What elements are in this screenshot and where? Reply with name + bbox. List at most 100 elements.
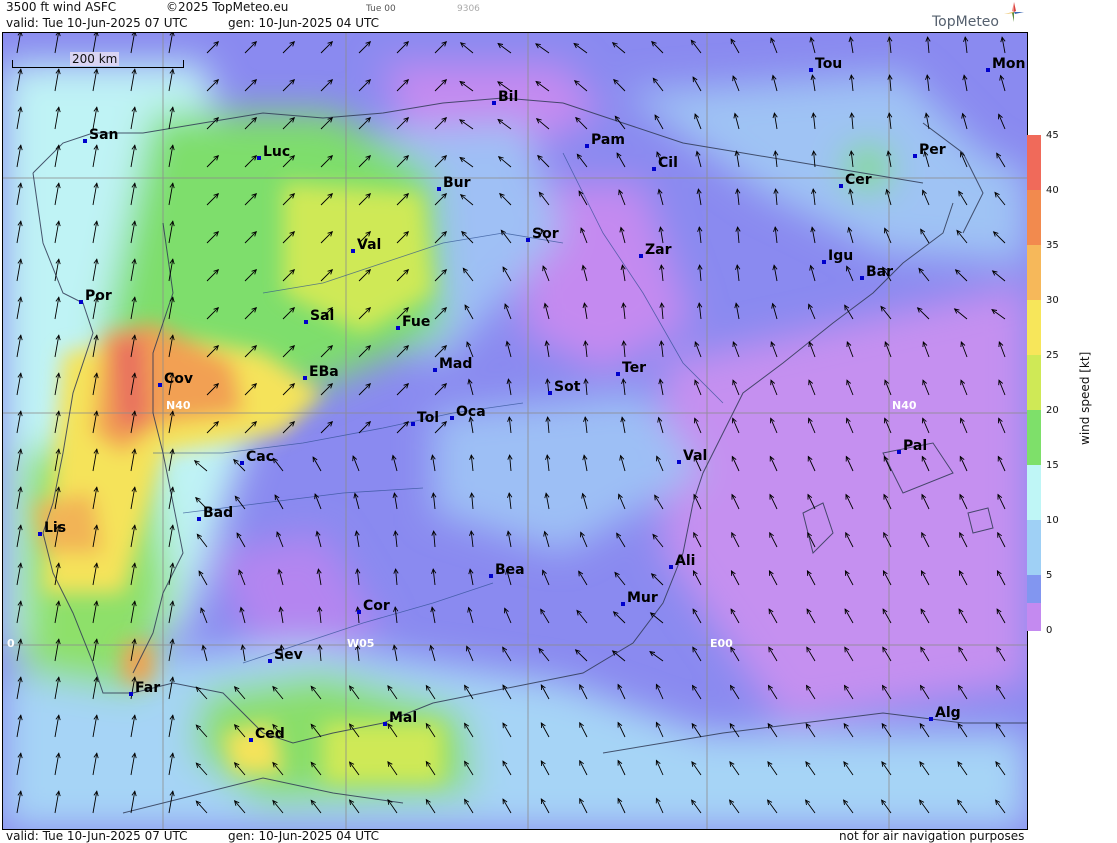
city-label[interactable]: Bea (489, 562, 525, 578)
city-label[interactable]: Tol (411, 410, 440, 426)
scale-label: 200 km (70, 52, 120, 66)
city-name: Mon (992, 56, 1026, 72)
valid-time: valid: Tue 10-Jun-2025 07 UTC (6, 16, 188, 30)
city-marker (652, 167, 656, 171)
city-marker (548, 391, 552, 395)
city-label[interactable]: Zar (639, 242, 672, 258)
city-label[interactable]: Mur (621, 590, 658, 606)
city-marker (809, 68, 813, 72)
city-label[interactable]: Lis (38, 520, 66, 536)
city-label[interactable]: Sal (304, 308, 334, 324)
city-label[interactable]: Ced (249, 726, 285, 742)
city-name: Bil (498, 89, 519, 105)
city-label[interactable]: Pal (897, 438, 927, 454)
legend-band (1027, 190, 1041, 245)
city-marker (489, 574, 493, 578)
city-name: Mal (389, 710, 418, 726)
city-marker (929, 717, 933, 721)
legend-tick: 20 (1046, 405, 1059, 416)
grid-label-w05: W05 (347, 637, 375, 650)
city-label[interactable]: Sot (548, 379, 580, 395)
city-label[interactable]: Mad (433, 356, 472, 372)
city-label[interactable]: Bad (197, 505, 233, 521)
legend-tick: 25 (1046, 350, 1059, 361)
city-label[interactable]: Ter (616, 360, 647, 376)
city-label[interactable]: Far (129, 680, 160, 696)
city-label[interactable]: Sor (526, 226, 559, 242)
city-name: Sor (532, 226, 559, 242)
city-name: Tol (417, 410, 440, 426)
scale-bar: 200 km (12, 52, 184, 69)
city-marker (304, 320, 308, 324)
city-marker (585, 144, 589, 148)
scale-tick-left (12, 60, 13, 68)
city-label[interactable]: Tou (809, 56, 843, 72)
city-label[interactable]: Cov (158, 371, 193, 387)
run-code: 9306 (457, 4, 480, 14)
city-label[interactable]: Cac (240, 449, 274, 465)
city-label[interactable]: Fue (396, 314, 430, 330)
legend-tick: 30 (1046, 295, 1059, 306)
city-marker (433, 368, 437, 372)
city-marker (669, 565, 673, 569)
city-label[interactable]: Cil (652, 155, 678, 171)
generated-time: gen: 10-Jun-2025 04 UTC (228, 16, 380, 30)
city-label[interactable]: Bil (492, 89, 519, 105)
city-label[interactable]: Ali (669, 553, 696, 569)
city-name: Bur (443, 175, 471, 191)
city-label[interactable]: Por (79, 288, 112, 304)
city-label[interactable]: Mon (986, 56, 1026, 72)
city-label[interactable]: Luc (257, 144, 290, 160)
city-label[interactable]: Oca (450, 404, 486, 420)
legend-band (1027, 465, 1041, 520)
legend-tick: 40 (1046, 185, 1059, 196)
city-marker (249, 738, 253, 742)
city-name: Val (683, 448, 708, 464)
city-marker (38, 532, 42, 536)
city-marker (158, 383, 162, 387)
legend-band (1027, 603, 1041, 631)
city-label[interactable]: Sev (268, 647, 303, 663)
city-label[interactable]: Bur (437, 175, 471, 191)
city-name: Ali (675, 553, 696, 569)
city-label[interactable]: San (83, 127, 119, 143)
city-marker (357, 610, 361, 614)
city-name: Ter (622, 360, 647, 376)
legend-tick: 10 (1046, 515, 1059, 526)
city-label[interactable]: Igu (822, 248, 854, 264)
city-label[interactable]: Per (913, 142, 946, 158)
city-label[interactable]: Alg (929, 705, 961, 721)
city-label[interactable]: Pam (585, 132, 625, 148)
city-label[interactable]: Cor (357, 598, 390, 614)
city-label[interactable]: Cer (839, 172, 872, 188)
city-name: Cor (363, 598, 390, 614)
city-name: Igu (828, 248, 854, 264)
city-name: Tou (815, 56, 843, 72)
legend-band (1027, 355, 1041, 410)
city-name: Alg (935, 705, 961, 721)
wind-map[interactable]: 200 km N40 N40 W05 E00 0 San Bil Tou Mon… (2, 32, 1028, 830)
legend-band (1027, 245, 1041, 300)
compass-logo-icon (1004, 2, 1024, 22)
city-name: EBa (309, 364, 339, 380)
scale-line (12, 67, 184, 68)
city-label[interactable]: EBa (303, 364, 339, 380)
city-marker (621, 602, 625, 606)
grid-label-n40-right: N40 (892, 399, 917, 412)
city-marker (492, 101, 496, 105)
legend-band (1027, 575, 1041, 603)
city-label[interactable]: Val (677, 448, 708, 464)
legend-tick: 45 (1046, 130, 1059, 141)
city-name: San (89, 127, 119, 143)
city-marker (913, 154, 917, 158)
city-marker (639, 254, 643, 258)
city-label[interactable]: Mal (383, 710, 418, 726)
city-label[interactable]: Bar (860, 264, 893, 280)
legend-tick: 15 (1046, 460, 1059, 471)
city-label[interactable]: Val (351, 237, 381, 253)
city-name: Por (85, 288, 112, 304)
city-name: Sev (274, 647, 303, 663)
city-marker (526, 238, 530, 242)
color-legend (1027, 135, 1041, 631)
legend-band (1027, 410, 1041, 465)
